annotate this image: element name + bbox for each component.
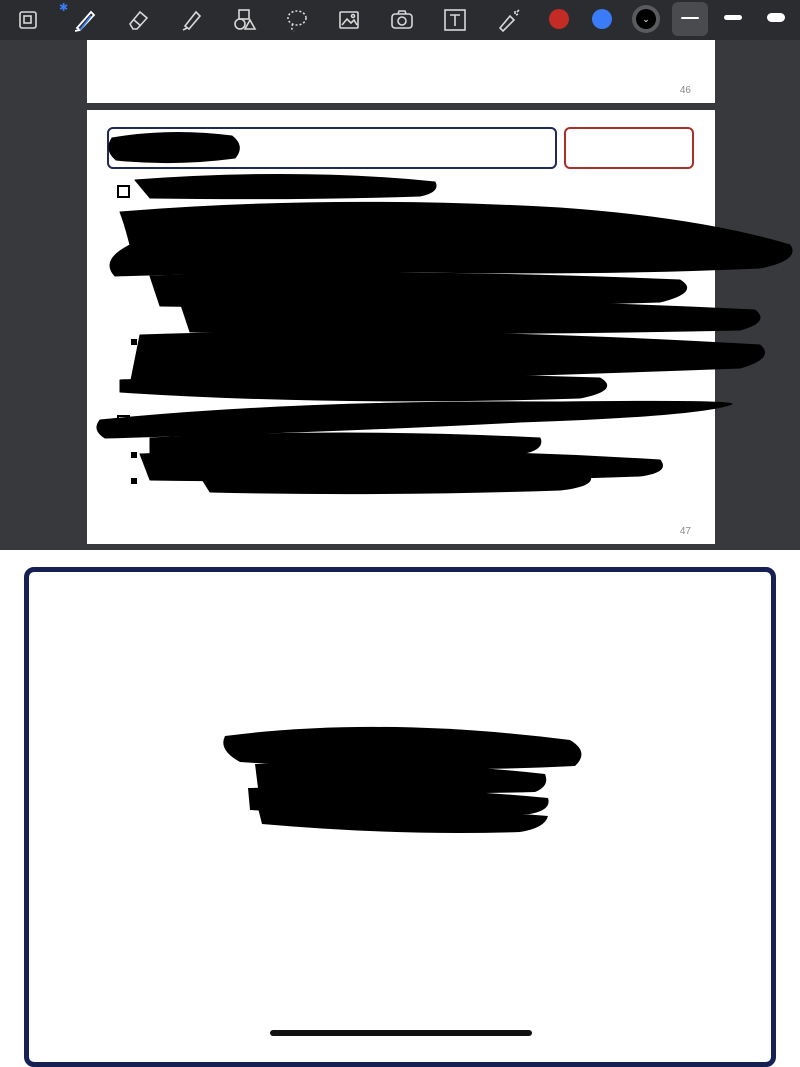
eraser-icon[interactable]: [122, 4, 154, 36]
document-canvas[interactable]: 46 47: [0, 40, 800, 550]
stroke-thick-button[interactable]: [767, 13, 785, 22]
color-blue-swatch[interactable]: [592, 9, 612, 29]
laser-pointer-icon[interactable]: [492, 4, 524, 36]
color-red-swatch[interactable]: [549, 9, 569, 29]
lasso-icon[interactable]: [281, 4, 313, 36]
pages-icon[interactable]: [12, 4, 44, 36]
toolbar: ✱ ⌄: [0, 0, 800, 40]
shapes-icon[interactable]: [228, 4, 260, 36]
redaction-scribble: [223, 726, 582, 833]
stroke-thin-button[interactable]: [681, 17, 699, 19]
redaction-scribble: [96, 131, 793, 495]
stroke-thin-selected-bg: [672, 2, 708, 36]
home-indicator[interactable]: [270, 1030, 532, 1036]
color-picker-button[interactable]: ⌄: [632, 5, 660, 33]
image-icon[interactable]: [333, 4, 365, 36]
stroke-medium-button[interactable]: [724, 15, 742, 20]
bluetooth-icon: ✱: [59, 2, 69, 14]
highlighter-icon[interactable]: [175, 4, 207, 36]
camera-icon[interactable]: [386, 4, 418, 36]
text-icon[interactable]: [439, 4, 471, 36]
chevron-down-icon: ⌄: [636, 9, 656, 29]
pen-icon[interactable]: [68, 4, 100, 36]
